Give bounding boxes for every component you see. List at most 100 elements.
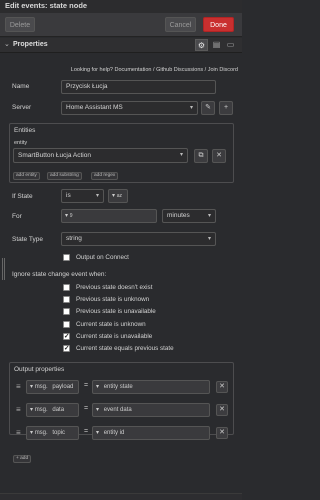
ignore-option-label: Current state equals previous state	[76, 345, 174, 352]
add-substring-chip[interactable]: add substring	[47, 172, 82, 180]
equals-sign: =	[84, 405, 89, 412]
ignore-prev-unknown-checkbox[interactable]	[63, 296, 70, 303]
output-properties-section: Output properties	[9, 362, 234, 435]
edit-server-button[interactable]: ✎	[201, 101, 215, 115]
chevron-down-icon: ⌄	[4, 41, 10, 48]
ignore-option-label: Previous state is unavailable	[76, 308, 156, 315]
dialog-toolbar: Delete Cancel Done	[0, 13, 242, 37]
output-prefix: msg.	[34, 407, 48, 413]
chevron-down-icon: ▾	[95, 193, 99, 199]
drag-handle-icon[interactable]: ≡	[16, 428, 21, 437]
output-prefix: msg.	[34, 430, 48, 436]
output-row-value[interactable]: ▾ entity id	[92, 426, 210, 440]
if-state-type-select[interactable]: ▾ az	[108, 189, 128, 203]
chevron-down-icon: ▾	[112, 193, 116, 199]
chevron-down-icon: ▾	[179, 152, 183, 158]
output-row-value[interactable]: ▾ event data	[92, 403, 210, 417]
equals-sign: =	[84, 382, 89, 389]
entity-label: entity	[14, 140, 28, 146]
for-unit-value: minutes	[167, 212, 190, 219]
output-value: entity id	[103, 430, 125, 436]
output-property-value: data	[52, 407, 65, 413]
output-property-value: topic	[52, 430, 66, 436]
gear-icon[interactable]: ⚙	[195, 39, 208, 51]
chevron-down-icon: ▾	[65, 213, 69, 219]
ignore-option-label: Previous state doesn't exist	[76, 284, 153, 291]
output-property-value: payload	[52, 384, 74, 390]
server-label: Server	[12, 104, 32, 111]
for-unit-select[interactable]: minutes ▾	[162, 209, 216, 223]
add-output-label: add	[20, 456, 29, 461]
entity-select[interactable]: SmartButton Łucja Action ▾	[13, 148, 188, 163]
resize-handle[interactable]	[2, 258, 5, 280]
for-type-value: 9	[69, 213, 73, 219]
name-input[interactable]: Przycisk Łucja	[61, 80, 216, 94]
entity-value: SmartButton Łucja Action	[18, 152, 91, 159]
output-row-value[interactable]: ▾ entity state	[92, 380, 210, 394]
output-properties-label: Output properties	[14, 366, 65, 373]
chevron-down-icon: ▾	[189, 105, 193, 111]
chevron-down-icon: ▾	[30, 407, 34, 413]
remove-entity-button[interactable]: ✕	[212, 149, 226, 163]
drag-handle-icon[interactable]: ≡	[16, 382, 21, 391]
name-label: Name	[12, 83, 30, 90]
copy-entity-button[interactable]: ⧉	[194, 149, 208, 163]
add-regex-chip[interactable]: add regex	[91, 172, 119, 180]
state-type-label: State Type	[12, 236, 43, 243]
delete-button[interactable]: Delete	[5, 17, 35, 32]
server-value: Home Assistant MS	[66, 104, 123, 111]
output-row-property[interactable]: ▾ msg. data	[26, 403, 79, 417]
properties-header[interactable]: ⌄ Properties ⚙ ▤ ▭	[0, 38, 242, 53]
description-icon[interactable]: ▤	[210, 39, 223, 51]
output-on-connect-checkbox[interactable]	[63, 254, 70, 261]
dialog-title-bar: Edit events: state node	[0, 0, 242, 13]
ignore-prev-doesnt-exist-checkbox[interactable]	[63, 284, 70, 291]
if-state-type-value: az	[116, 193, 122, 199]
remove-row-button[interactable]: ✕	[216, 404, 228, 416]
if-state-operator-value: is	[66, 192, 71, 199]
output-on-connect-label: Output on Connect	[76, 254, 129, 261]
for-input[interactable]: ▾ 9	[61, 209, 157, 223]
chevron-down-icon: ▾	[96, 430, 100, 436]
cancel-button[interactable]: Cancel	[165, 17, 196, 32]
chevron-down-icon: ▾	[30, 384, 34, 390]
chevron-down-icon: ▾	[30, 430, 34, 436]
remove-row-button[interactable]: ✕	[216, 427, 228, 439]
server-select[interactable]: Home Assistant MS ▾	[61, 101, 198, 115]
output-value: event data	[103, 407, 132, 413]
chevron-down-icon: ▾	[96, 407, 100, 413]
if-state-operator-select[interactable]: is ▾	[61, 189, 104, 203]
bottom-strip	[0, 493, 242, 500]
if-state-label: If State	[12, 193, 33, 200]
ignore-option-label: Current state is unknown	[76, 321, 146, 328]
chevron-down-icon: ▾	[96, 384, 100, 390]
state-type-value: string	[66, 235, 82, 242]
ignore-option-label: Previous state is unknown	[76, 296, 150, 303]
output-value: entity state	[103, 384, 133, 390]
chevron-down-icon: ▾	[207, 236, 211, 242]
drag-handle-icon[interactable]: ≡	[16, 405, 21, 414]
add-server-button[interactable]: +	[219, 101, 233, 115]
appearance-icon[interactable]: ▭	[224, 39, 237, 51]
equals-sign: =	[84, 428, 89, 435]
help-links[interactable]: Looking for help? Documentation / Github…	[0, 67, 238, 73]
state-type-select[interactable]: string ▾	[61, 232, 216, 246]
dialog-title: Edit events: state node	[5, 1, 88, 10]
properties-title: Properties	[13, 41, 48, 48]
for-label: For	[12, 213, 22, 220]
done-button[interactable]: Done	[203, 17, 234, 32]
entities-label: Entities	[14, 127, 36, 134]
ignore-curr-unknown-checkbox[interactable]	[63, 321, 70, 328]
output-prefix: msg.	[34, 384, 48, 390]
remove-row-button[interactable]: ✕	[216, 381, 228, 393]
ignore-curr-equals-prev-checkbox[interactable]	[63, 344, 70, 352]
ignore-prev-unavailable-checkbox[interactable]	[63, 308, 70, 315]
output-row-property[interactable]: ▾ msg. payload	[26, 380, 79, 394]
add-output-button[interactable]: + add	[13, 455, 32, 463]
ignore-label: Ignore state change event when:	[12, 271, 107, 278]
add-entity-chip[interactable]: add entity	[13, 172, 40, 180]
ignore-curr-unavailable-checkbox[interactable]	[63, 332, 70, 340]
chevron-down-icon: ▾	[207, 213, 211, 219]
output-row-property[interactable]: ▾ msg. topic	[26, 426, 79, 440]
ignore-option-label: Current state is unavailable	[76, 333, 153, 340]
